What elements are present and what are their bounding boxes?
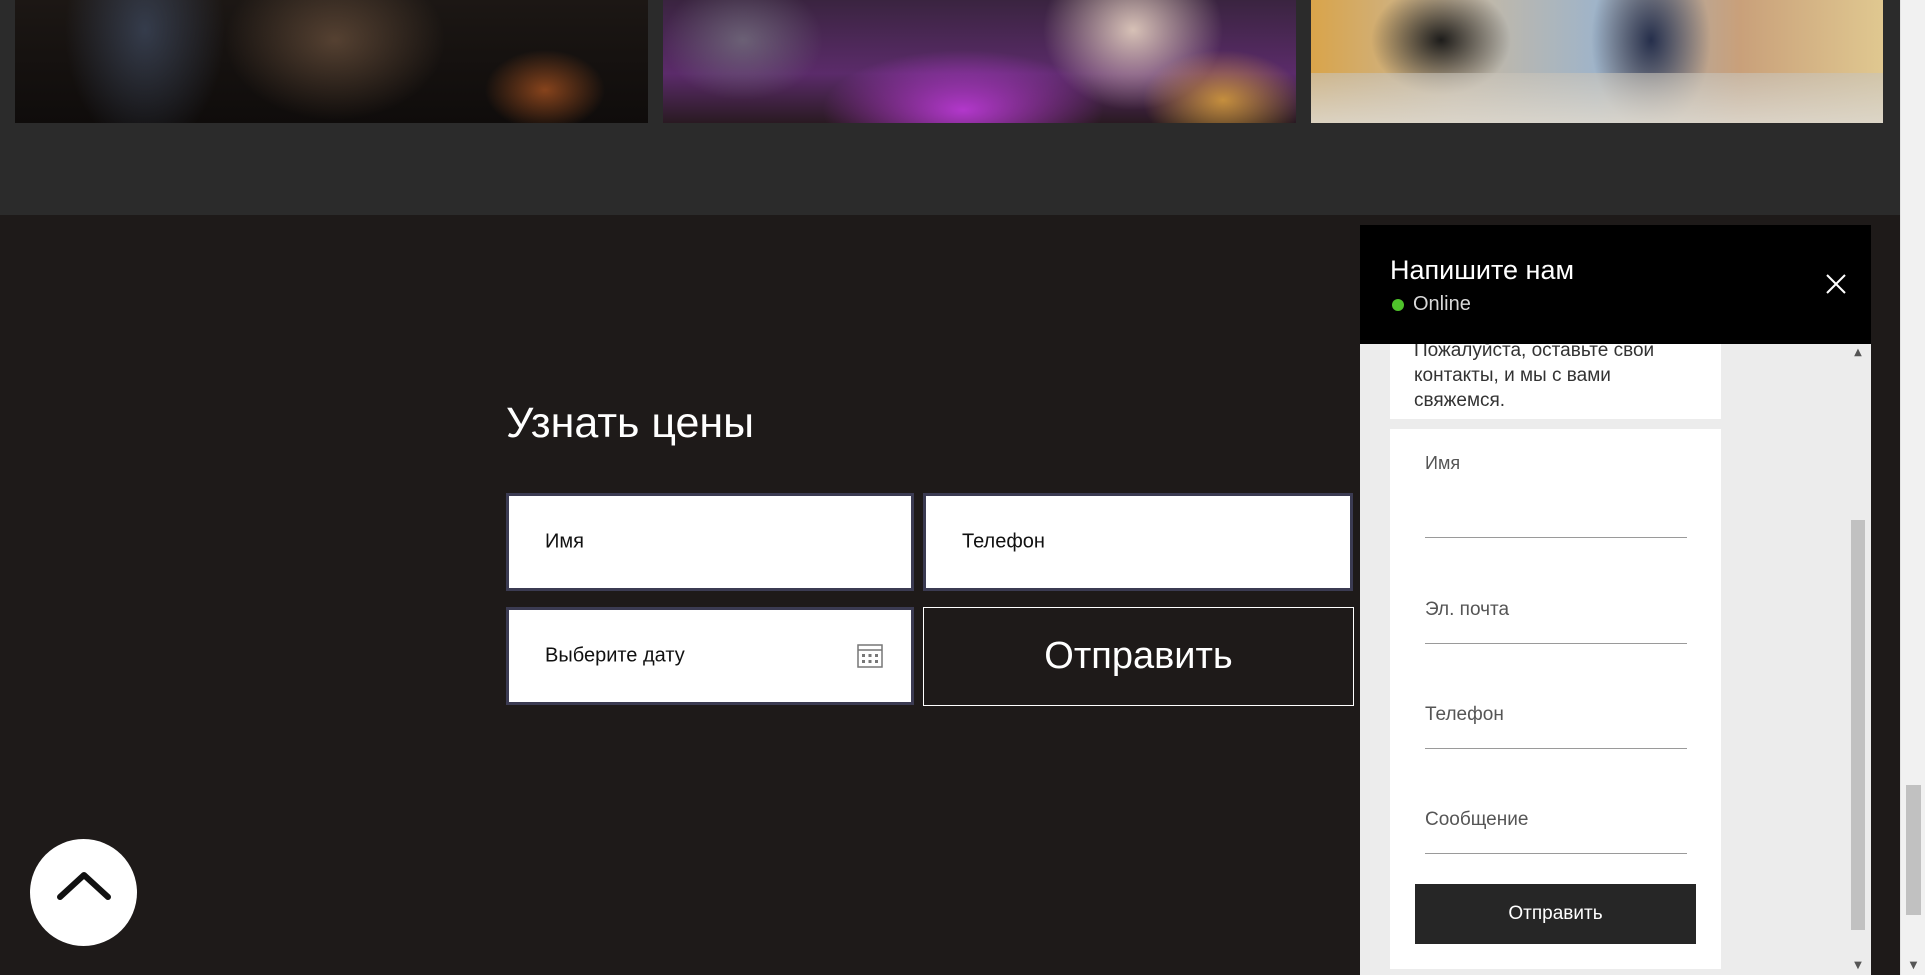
online-status-dot-icon xyxy=(1392,298,1404,311)
date-picker-input[interactable]: Выберите дату xyxy=(506,607,914,705)
chat-email-field[interactable]: Эл. почта xyxy=(1425,599,1687,644)
price-form-title: Узнать цены xyxy=(506,399,755,447)
chat-phone-label: Телефон xyxy=(1425,704,1504,725)
gallery-photo-stage[interactable] xyxy=(1311,0,1883,123)
chat-title: Напишите нам xyxy=(1390,255,1575,285)
chat-widget: Напишите нам Online Пожалуйста, оставьте… xyxy=(1360,225,1871,975)
chat-name-label: Имя xyxy=(1425,453,1461,473)
page-scrollbar[interactable]: ▼ xyxy=(1900,0,1925,975)
chat-message-field[interactable]: Сообщение xyxy=(1425,809,1687,854)
name-input[interactable]: Имя xyxy=(506,493,914,591)
chat-contact-form: Имя Эл. почта Телефон Сообщение Отправит… xyxy=(1390,429,1721,969)
page-scroll-down-arrow[interactable]: ▼ xyxy=(1901,957,1925,975)
chat-status-text: Online xyxy=(1413,293,1471,315)
chat-intro-message: Пожалуйста, оставьте свои контакты, и мы… xyxy=(1390,344,1721,419)
chat-scroll-up-arrow[interactable]: ▲ xyxy=(1845,344,1871,362)
close-icon[interactable] xyxy=(1825,273,1847,295)
chat-email-label: Эл. почта xyxy=(1425,599,1510,620)
chat-scroll-thumb[interactable] xyxy=(1851,520,1865,930)
chat-scroll-down-arrow[interactable]: ▼ xyxy=(1845,957,1871,975)
chat-submit-button[interactable]: Отправить xyxy=(1415,884,1696,944)
chat-phone-field[interactable]: Телефон xyxy=(1425,704,1687,749)
chevron-up-icon xyxy=(57,872,111,900)
chat-message-label: Сообщение xyxy=(1425,809,1529,830)
scroll-to-top-button[interactable] xyxy=(30,839,137,946)
phone-input[interactable]: Телефон xyxy=(923,493,1353,591)
chat-scrollbar[interactable]: ▲ ▼ xyxy=(1845,344,1871,975)
page-scroll-thumb[interactable] xyxy=(1906,785,1921,915)
calendar-icon[interactable] xyxy=(857,644,883,668)
chat-header: Напишите нам Online xyxy=(1360,225,1871,344)
chat-status: Online xyxy=(1392,293,1471,316)
photo-gallery xyxy=(0,0,1900,215)
gallery-photo-keyboard[interactable] xyxy=(663,0,1296,123)
chat-body: Пожалуйста, оставьте свои контакты, и мы… xyxy=(1360,344,1871,975)
gallery-photo-guitarist[interactable] xyxy=(15,0,648,123)
phone-input-placeholder: Телефон xyxy=(962,530,1045,553)
chat-name-field[interactable]: Имя xyxy=(1425,453,1687,538)
price-form-submit-button[interactable]: Отправить xyxy=(923,607,1354,706)
name-input-placeholder: Имя xyxy=(545,530,584,553)
date-input-placeholder: Выберите дату xyxy=(545,644,685,667)
